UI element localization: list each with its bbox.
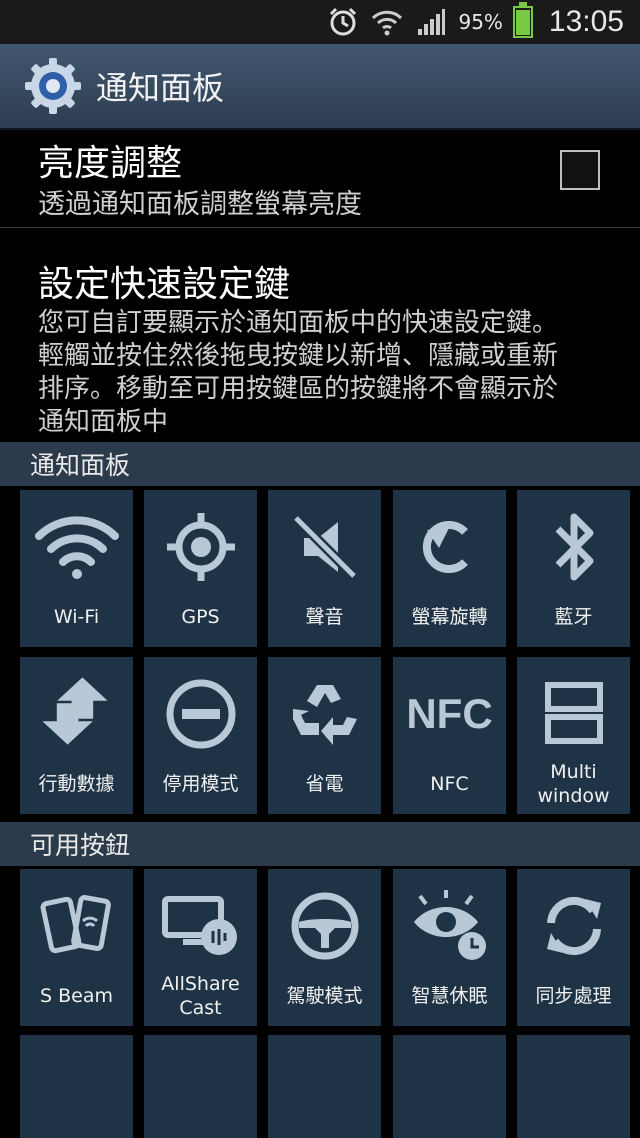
section-header-available: 可用按鈕 — [0, 822, 640, 866]
tile-power-saving[interactable]: 省電 — [268, 657, 381, 814]
page-title: 通知面板 — [96, 69, 225, 107]
brightness-setting-row[interactable]: 亮度調整 透過通知面板調整螢幕亮度 — [0, 130, 640, 228]
tile-bluetooth[interactable]: 藍牙 — [517, 490, 630, 647]
tile-gps[interactable]: GPS — [144, 490, 257, 647]
sync-icon — [529, 881, 619, 971]
tile-blocking-mode[interactable]: 停用模式 — [144, 657, 257, 814]
tile-screen-rotation[interactable]: 螢幕旋轉 — [393, 490, 506, 647]
rotate-icon — [405, 502, 495, 592]
alarm-icon — [326, 5, 360, 39]
bluetooth-icon — [529, 502, 619, 592]
allshare-cast-icon — [156, 881, 246, 971]
empty-slot[interactable] — [268, 1035, 381, 1138]
tile-smart-stay[interactable]: 智慧休眠 — [393, 869, 506, 1026]
empty-slot[interactable] — [144, 1035, 257, 1138]
settings-gear-icon[interactable] — [22, 55, 84, 117]
battery-percent: 95% — [458, 10, 503, 34]
tile-label: 藍牙 — [554, 605, 593, 628]
action-bar: 通知面板 — [0, 44, 640, 130]
quick-settings-description: 您可自訂要顯示於通知面板中的快速設定鍵。輕觸並按住然後拖曳按鍵以新增、隱藏或重新… — [38, 308, 559, 437]
tile-label: 駕駛模式 — [286, 984, 363, 1007]
battery-icon — [512, 2, 533, 38]
nfc-icon: NFC — [405, 669, 495, 759]
tile-s-beam[interactable]: S Beam — [20, 869, 133, 1026]
tile-label: 停用模式 — [162, 772, 239, 795]
clock: 13:05 — [548, 5, 624, 38]
tile-label: Wi-Fi — [53, 605, 100, 628]
tile-label: GPS — [181, 605, 220, 628]
tile-sound[interactable]: 聲音 — [268, 490, 381, 647]
brightness-subtitle: 透過通知面板調整螢幕亮度 — [38, 189, 362, 220]
tile-wifi[interactable]: Wi-Fi — [20, 490, 133, 647]
empty-slot[interactable] — [393, 1035, 506, 1138]
brightness-checkbox[interactable] — [560, 150, 600, 190]
empty-slot[interactable] — [20, 1035, 133, 1138]
smart-stay-icon — [405, 881, 495, 971]
s-beam-icon — [32, 881, 122, 971]
tile-label: S Beam — [40, 984, 113, 1007]
wifi-icon — [370, 5, 404, 39]
quick-settings-info: 設定快速設定鍵 您可自訂要顯示於通知面板中的快速設定鍵。輕觸並按住然後拖曳按鍵以… — [0, 229, 640, 441]
tile-sync[interactable]: 同步處理 — [517, 869, 630, 1026]
wifi-icon — [32, 502, 122, 592]
quick-settings-title: 設定快速設定鍵 — [38, 264, 291, 305]
tile-nfc[interactable]: NFC NFC — [393, 657, 506, 814]
empty-slot[interactable] — [517, 1035, 630, 1138]
tile-mobile-data[interactable]: 行動數據 — [20, 657, 133, 814]
tile-label: 省電 — [305, 772, 344, 795]
tile-label: NFC — [430, 772, 469, 795]
multi-window-icon — [529, 669, 619, 759]
status-bar: 95% 13:05 — [0, 0, 640, 44]
nfc-icon-text: NFC — [406, 690, 493, 737]
mobile-data-icon — [32, 669, 122, 759]
driving-mode-icon — [280, 881, 370, 971]
tile-multi-window[interactable]: Multi window — [517, 657, 630, 814]
tile-label: 同步處理 — [535, 984, 612, 1007]
tile-label: AllShare Cast — [161, 972, 240, 1019]
tile-driving-mode[interactable]: 駕駛模式 — [268, 869, 381, 1026]
tile-label: 行動數據 — [38, 772, 115, 795]
tile-label: 智慧休眠 — [411, 984, 488, 1007]
tile-label: 聲音 — [305, 605, 344, 628]
sound-mute-icon — [280, 502, 370, 592]
brightness-title: 亮度調整 — [38, 143, 183, 184]
power-saving-icon — [280, 669, 370, 759]
tile-allshare-cast[interactable]: AllShare Cast — [144, 869, 257, 1026]
tile-label: Multi window — [537, 760, 610, 807]
tile-label: 螢幕旋轉 — [411, 605, 488, 628]
signal-icon — [414, 5, 448, 39]
section-header-panel: 通知面板 — [0, 442, 640, 486]
blocking-mode-icon — [156, 669, 246, 759]
gps-icon — [156, 502, 246, 592]
